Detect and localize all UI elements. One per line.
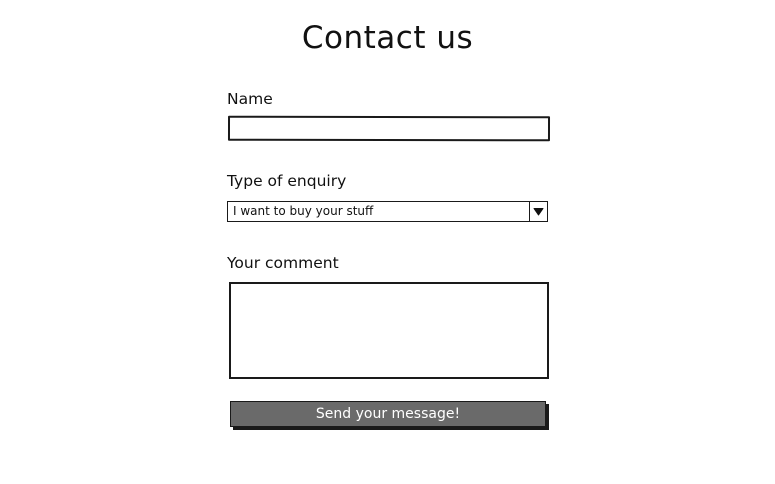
triangle-down-icon <box>533 208 544 216</box>
page-title: Contact us <box>301 20 474 56</box>
dropdown-toggle[interactable] <box>529 202 547 221</box>
name-input[interactable] <box>227 115 551 142</box>
comment-label: Your comment <box>227 254 339 272</box>
enquiry-type-label: Type of enquiry <box>227 172 347 190</box>
send-message-button[interactable]: Send your message! <box>230 401 546 427</box>
comment-textarea[interactable] <box>229 282 549 379</box>
enquiry-type-selected-value: I want to buy your stuff <box>233 204 374 218</box>
name-label: Name <box>227 90 273 108</box>
enquiry-type-select[interactable]: I want to buy your stuff <box>227 201 548 222</box>
